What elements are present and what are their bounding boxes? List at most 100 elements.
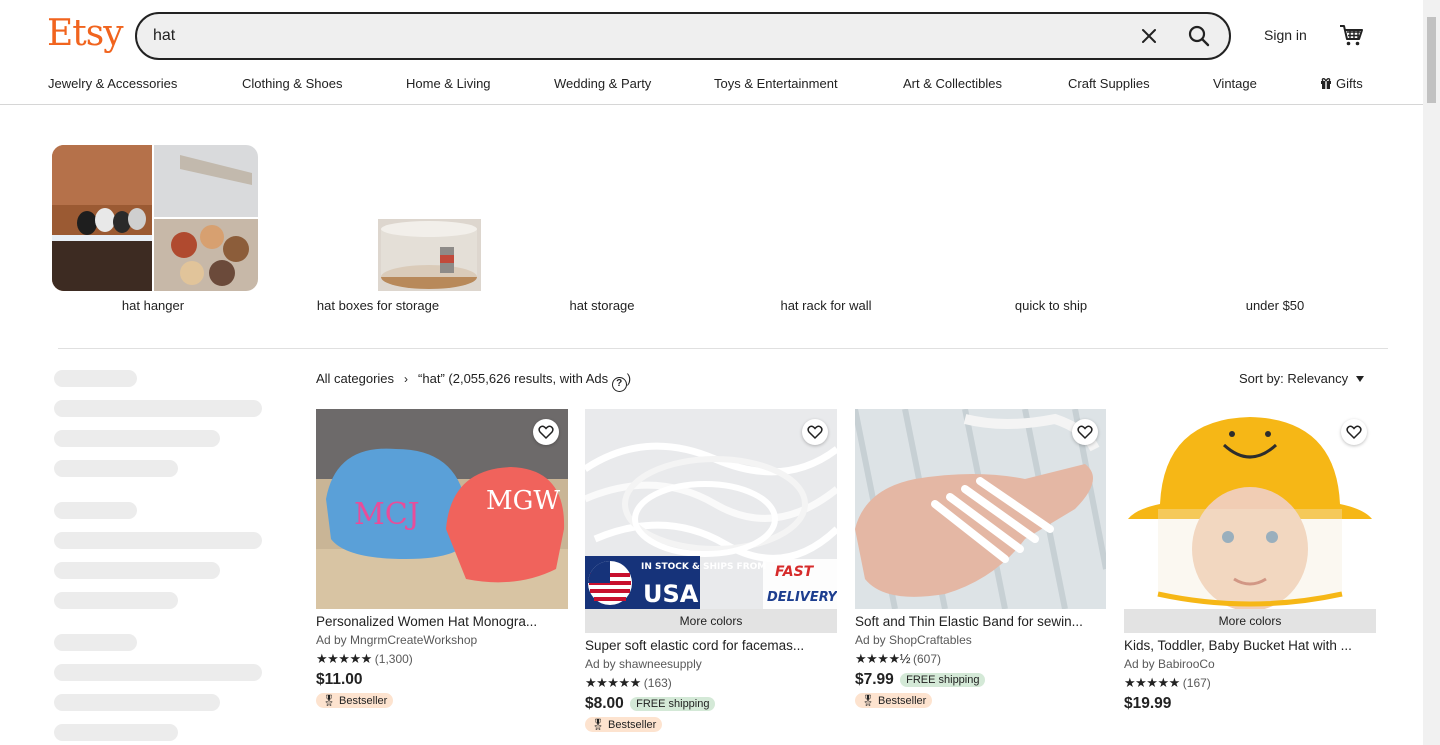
skeleton-line bbox=[54, 370, 137, 387]
star-rating-icon: ★★★★★ bbox=[1124, 675, 1180, 690]
skeleton-line bbox=[54, 400, 262, 417]
review-count: (1,300) bbox=[374, 652, 413, 666]
shop-name: Ad by MngrmCreateWorkshop bbox=[316, 633, 478, 647]
review-count: (607) bbox=[912, 652, 941, 666]
related-hat-storage[interactable]: hat storage bbox=[490, 145, 714, 320]
free-shipping-badge: FREE shipping bbox=[630, 697, 716, 711]
product-title[interactable]: Kids, Toddler, Baby Bucket Hat with ... bbox=[1124, 638, 1376, 653]
category-nav: Jewelry & Accessories Clothing & Shoes H… bbox=[0, 76, 1423, 94]
cat-clothing[interactable]: Clothing & Shoes bbox=[242, 76, 342, 91]
result-count: (2,055,626 results, with Ads bbox=[448, 371, 609, 386]
favorite-button[interactable] bbox=[1072, 419, 1098, 445]
free-shipping-badge: FREE shipping bbox=[900, 673, 986, 687]
price: $19.99 bbox=[1124, 695, 1172, 712]
ads-help-icon[interactable]: ? bbox=[611, 377, 627, 392]
star-rating-icon: ★★★★★ bbox=[585, 675, 641, 690]
related-hat-boxes[interactable]: hat boxes for storage bbox=[266, 145, 490, 320]
cat-vintage[interactable]: Vintage bbox=[1213, 76, 1257, 91]
more-colors-bar[interactable]: More colors bbox=[585, 609, 837, 633]
badge-label: Bestseller bbox=[608, 719, 657, 731]
rating: ★★★★★ (1,300) bbox=[316, 651, 568, 667]
product-title[interactable]: Soft and Thin Elastic Band for sewin... bbox=[855, 614, 1107, 629]
related-label: hat rack for wall bbox=[780, 298, 872, 313]
related-label: hat boxes for storage bbox=[316, 298, 440, 313]
cart-icon[interactable] bbox=[1338, 22, 1364, 48]
skeleton-line bbox=[54, 502, 137, 519]
cat-gifts[interactable]: Gifts bbox=[1320, 76, 1363, 91]
overlay-usa: USA bbox=[643, 580, 699, 608]
heart-icon bbox=[538, 425, 554, 440]
page-scrollbar[interactable] bbox=[1423, 0, 1440, 745]
svg-text:MCJ: MCJ bbox=[354, 497, 420, 532]
review-count: (163) bbox=[643, 676, 672, 690]
product-image[interactable]: MCJ MGW bbox=[316, 409, 568, 609]
results-breadcrumb: All categories › “hat” (2,055,626 results,… bbox=[316, 371, 631, 392]
favorite-button[interactable] bbox=[1341, 419, 1367, 445]
sort-dropdown[interactable]: Sort by: Relevancy bbox=[1239, 371, 1365, 386]
search-bar bbox=[135, 12, 1231, 60]
related-quick-ship[interactable]: quick to ship bbox=[939, 145, 1163, 320]
cat-home[interactable]: Home & Living bbox=[406, 76, 491, 91]
product-image[interactable] bbox=[1124, 409, 1376, 609]
shop-name: Ad by ShopCraftables bbox=[855, 633, 972, 647]
overlay-delivery: DELIVERY bbox=[767, 590, 837, 605]
cat-craft[interactable]: Craft Supplies bbox=[1068, 76, 1150, 91]
product-card[interactable]: IN STOCK & SHIPS FROM USA FAST DELIVERY … bbox=[585, 409, 837, 733]
badge-label: Bestseller bbox=[339, 695, 388, 707]
rating: ★★★★★ (167) bbox=[1124, 675, 1376, 691]
caret-down-icon bbox=[1356, 376, 1365, 382]
section-divider bbox=[58, 348, 1388, 349]
shop-name: Ad by shawneesupply bbox=[585, 657, 702, 671]
skeleton-line bbox=[54, 592, 178, 609]
price-row: $7.99 FREE shipping bbox=[855, 671, 1107, 689]
related-hat-hanger[interactable]: hat hanger bbox=[41, 145, 265, 320]
product-card[interactable]: More colors Kids, Toddler, Baby Bucket H… bbox=[1124, 409, 1376, 713]
product-title[interactable]: Super soft elastic cord for facemas... bbox=[585, 638, 837, 653]
skeleton-line bbox=[54, 562, 220, 579]
product-image[interactable] bbox=[855, 409, 1107, 609]
product-card[interactable]: MCJ MGW Personalized Women Hat Monogra..… bbox=[316, 409, 568, 709]
bestseller-badge: 🎖 Bestseller bbox=[855, 693, 933, 708]
price: $8.00 bbox=[585, 695, 624, 712]
related-label: hat hanger bbox=[121, 298, 185, 313]
site-header: Etsy Sign in Jewelry & Accessories Cloth… bbox=[0, 0, 1423, 105]
rating: ★★★★★ (163) bbox=[585, 675, 837, 691]
product-image[interactable]: IN STOCK & SHIPS FROM USA FAST DELIVERY bbox=[585, 409, 837, 609]
all-categories-link[interactable]: All categories bbox=[316, 371, 394, 386]
related-under-50[interactable]: under $50 bbox=[1163, 145, 1387, 320]
cat-wedding[interactable]: Wedding & Party bbox=[554, 76, 651, 91]
hat-box-image bbox=[378, 219, 481, 291]
search-input[interactable] bbox=[153, 24, 1113, 48]
cat-toys[interactable]: Toys & Entertainment bbox=[714, 76, 838, 91]
favorite-button[interactable] bbox=[533, 419, 559, 445]
skeleton-line bbox=[54, 664, 262, 681]
heart-icon bbox=[807, 425, 823, 440]
favorite-button[interactable] bbox=[802, 419, 828, 445]
cat-jewelry[interactable]: Jewelry & Accessories bbox=[48, 76, 177, 91]
related-label: hat storage bbox=[569, 298, 635, 313]
related-hat-rack[interactable]: hat rack for wall bbox=[714, 145, 938, 320]
product-card[interactable]: Soft and Thin Elastic Band for sewin... … bbox=[855, 409, 1107, 709]
etsy-logo[interactable]: Etsy bbox=[47, 13, 124, 54]
related-label: quick to ship bbox=[1014, 298, 1088, 313]
scrollbar-thumb[interactable] bbox=[1427, 17, 1436, 103]
close-paren: ) bbox=[626, 371, 632, 386]
rating: ★★★★½ (607) bbox=[855, 651, 1107, 667]
svg-text:MGW: MGW bbox=[486, 486, 560, 516]
more-colors-bar[interactable]: More colors bbox=[1124, 609, 1376, 633]
price: $7.99 bbox=[855, 671, 894, 688]
product-title[interactable]: Personalized Women Hat Monogra... bbox=[316, 614, 568, 629]
bestseller-badge: 🎖 Bestseller bbox=[316, 693, 394, 708]
shop-name: Ad by BabirooCo bbox=[1124, 657, 1215, 671]
clear-search-icon[interactable] bbox=[1139, 26, 1159, 46]
search-icon[interactable] bbox=[1187, 24, 1211, 48]
skeleton-line bbox=[54, 430, 220, 447]
skeleton-line bbox=[54, 724, 178, 741]
sign-in-link[interactable]: Sign in bbox=[1264, 27, 1307, 43]
star-rating-icon: ★★★★½ bbox=[855, 651, 910, 666]
overlay-fast: FAST bbox=[775, 564, 815, 580]
chevron-right-icon: › bbox=[404, 372, 409, 386]
skeleton-line bbox=[54, 460, 178, 477]
cat-art[interactable]: Art & Collectibles bbox=[903, 76, 1002, 91]
star-rating-icon: ★★★★★ bbox=[316, 651, 372, 666]
